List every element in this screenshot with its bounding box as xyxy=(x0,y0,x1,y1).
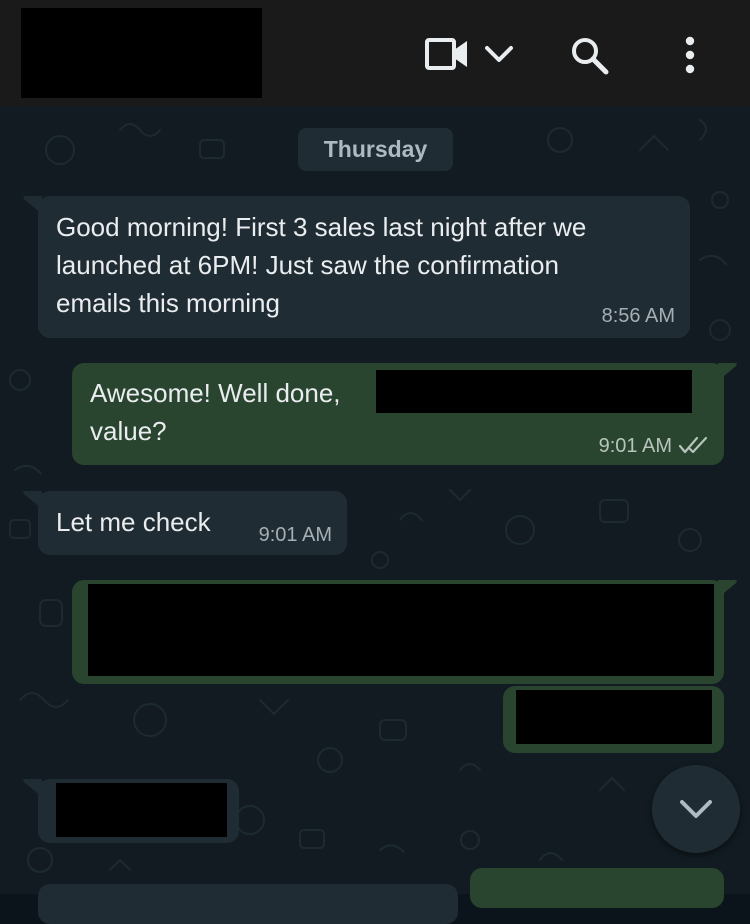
message-text-line: value? xyxy=(90,416,167,446)
chat-header xyxy=(0,0,750,106)
message-text-line: Good morning! First 3 sales last night a… xyxy=(56,212,587,242)
bubble-tail xyxy=(718,580,737,598)
message-text-line: launched at 6PM! Just saw the confirmati… xyxy=(56,250,559,280)
message-bubble[interactable]: Good morning! First 3 sales last night a… xyxy=(38,196,690,338)
message-timestamp: 8:56 AM xyxy=(601,305,675,327)
message-bubble-partial[interactable] xyxy=(38,884,458,924)
chevron-down-icon[interactable] xyxy=(484,44,514,64)
message-timestamp: 9:01 AM xyxy=(258,524,332,546)
redacted-text xyxy=(88,584,714,676)
message-bubble-partial[interactable] xyxy=(470,868,724,908)
bubble-tail xyxy=(718,363,737,381)
message-bubble-redacted[interactable] xyxy=(503,686,724,753)
search-icon[interactable] xyxy=(570,36,610,76)
message-text-line: emails this morning xyxy=(56,288,280,318)
date-divider-label: Thursday xyxy=(323,136,428,162)
message-bubble[interactable]: Let me check 9:01 AM xyxy=(38,491,347,555)
redacted-text xyxy=(516,690,712,744)
redacted-contact-name xyxy=(21,8,262,98)
date-divider: Thursday xyxy=(298,128,453,171)
scroll-to-bottom-button[interactable] xyxy=(652,765,740,853)
double-check-icon xyxy=(678,436,708,454)
message-bubble-redacted[interactable] xyxy=(72,580,724,684)
kebab-menu-icon[interactable] xyxy=(682,36,698,76)
redacted-text xyxy=(56,783,227,837)
message-bubble[interactable]: Awesome! Well done, value? 9:01 AM xyxy=(72,363,724,465)
message-timestamp: 9:01 AM xyxy=(598,435,672,457)
chevron-down-icon xyxy=(680,800,712,818)
redacted-text xyxy=(376,370,692,413)
message-text-line: Awesome! Well done, xyxy=(90,378,341,408)
message-bubble-redacted[interactable] xyxy=(38,779,239,843)
video-camera-icon[interactable] xyxy=(425,37,469,71)
message-text-line: Let me check xyxy=(56,507,211,537)
